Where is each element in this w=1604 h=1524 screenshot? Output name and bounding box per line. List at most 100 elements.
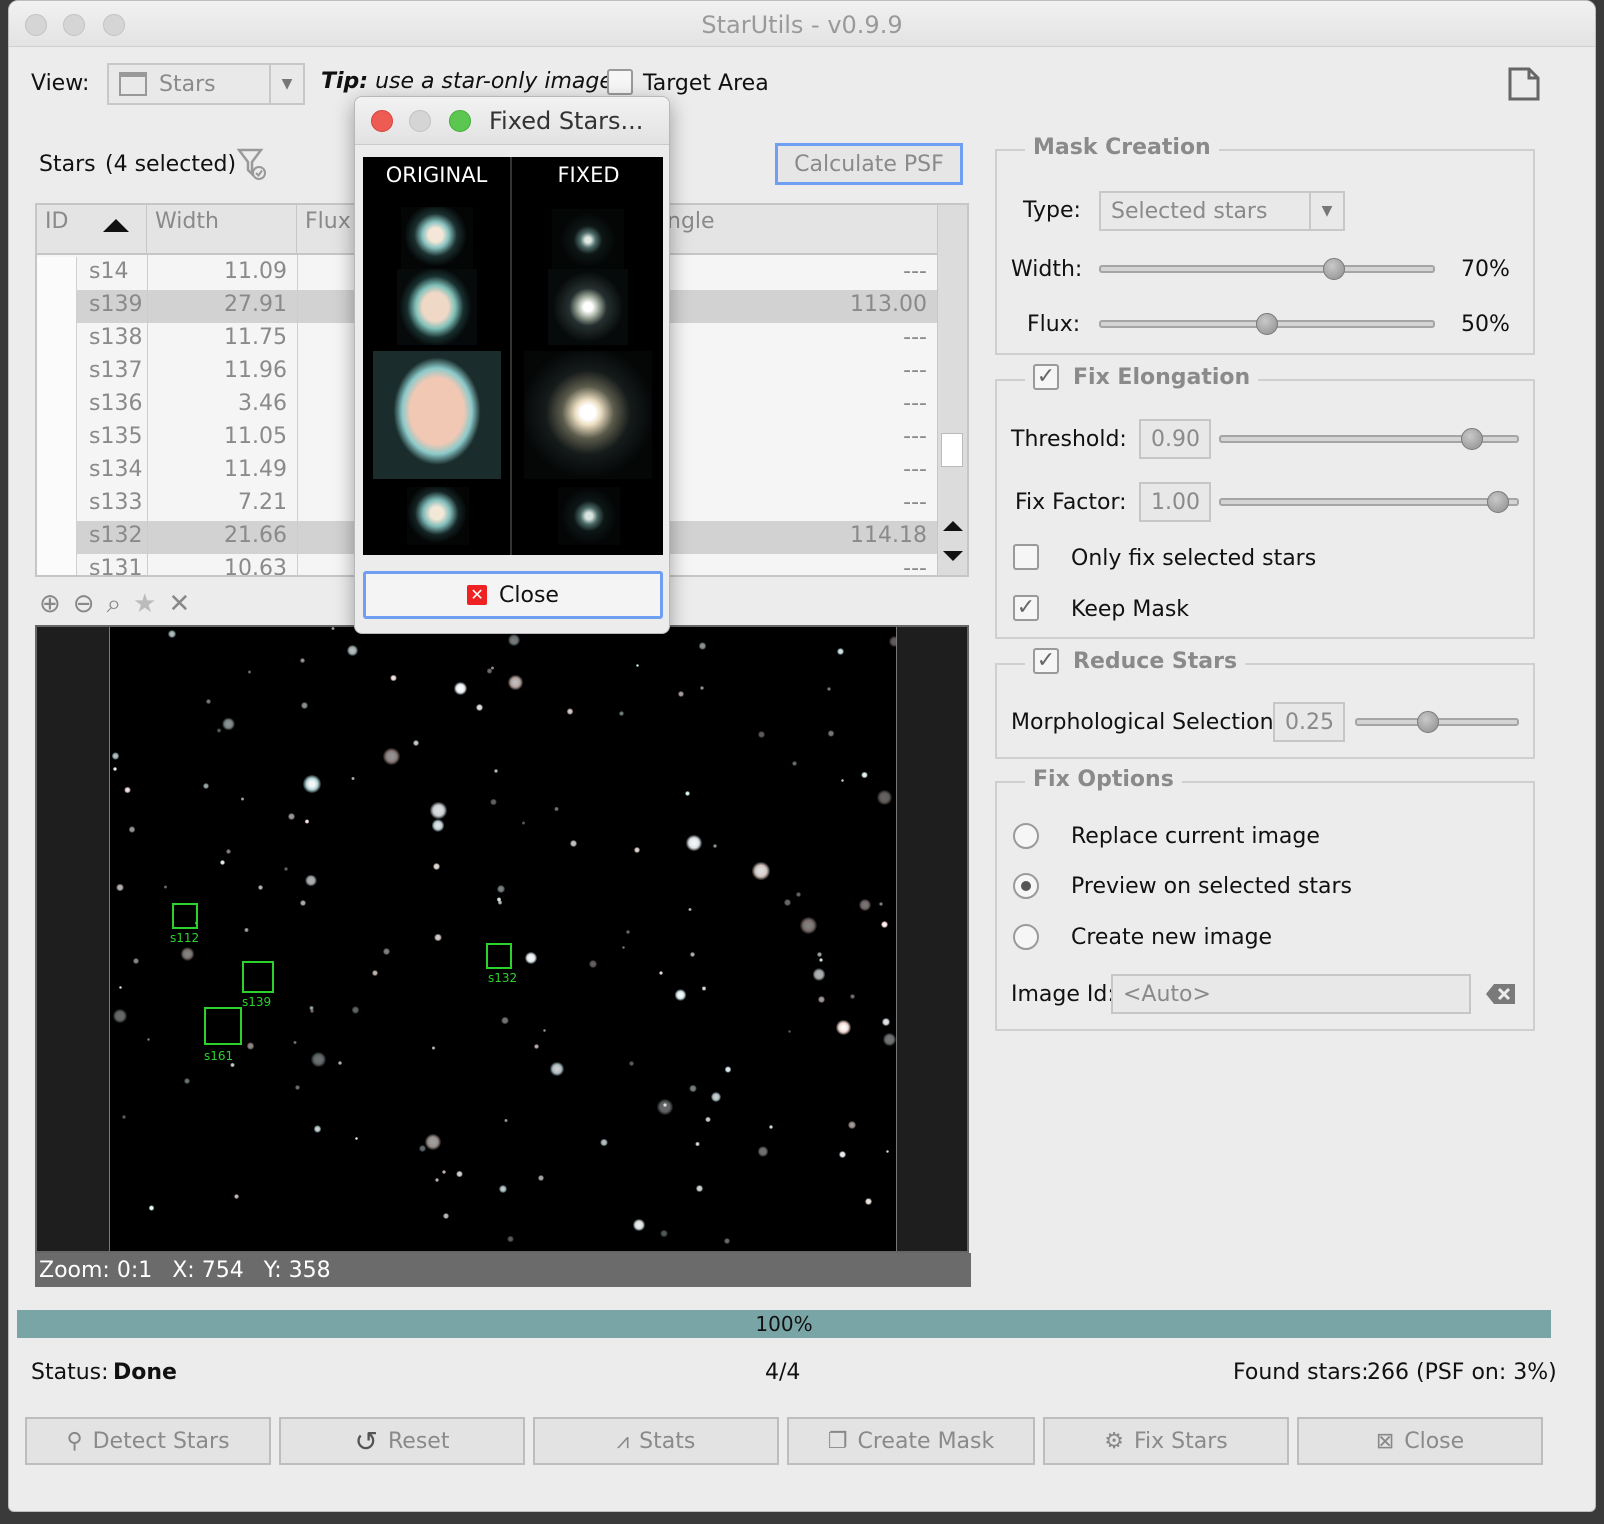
row-angle: ---	[903, 424, 927, 449]
column-flux[interactable]: Flux	[297, 205, 357, 255]
stars-selected-count: (4 selected)	[105, 152, 237, 177]
clear-icon[interactable]: ✕	[168, 589, 190, 620]
fixed-star-thumbnail	[552, 209, 624, 271]
reduce-stars-legend: ✓ Reduce Stars	[1025, 648, 1246, 674]
row-width: 27.91	[224, 292, 287, 317]
fix-elongation-checkbox[interactable]: ✓	[1033, 364, 1059, 390]
fixed-star-thumbnail	[558, 487, 620, 545]
sort-ascending-icon	[103, 219, 129, 232]
mask-creation-title: Mask Creation	[1025, 135, 1219, 160]
slider-handle[interactable]	[1417, 711, 1439, 733]
row-id: s138	[89, 325, 143, 350]
keep-mask-checkbox[interactable]: ✓	[1013, 595, 1039, 621]
star-point	[293, 1040, 297, 1045]
preview-selected-radio[interactable]	[1013, 873, 1039, 899]
comparison-panel: ORIGINAL FIXED	[363, 157, 663, 555]
mask-width-slider[interactable]	[1099, 265, 1435, 273]
star-point	[836, 647, 845, 656]
threshold-field[interactable]: 0.90	[1139, 419, 1211, 459]
star-point	[112, 1008, 127, 1023]
row-width: 11.96	[224, 358, 287, 383]
slider-handle[interactable]	[1487, 491, 1509, 513]
view-select-value: Stars	[159, 71, 216, 97]
row-id: s134	[89, 457, 143, 482]
original-heading: ORIGINAL	[385, 163, 488, 187]
star-point	[882, 1032, 896, 1046]
detect-stars-label: Detect Stars	[92, 1428, 230, 1454]
star-point	[549, 1061, 564, 1076]
star-point	[383, 747, 401, 765]
row-angle: ---	[903, 259, 927, 284]
fix-stars-label: Fix Stars	[1133, 1428, 1228, 1454]
filter-icon[interactable]	[237, 147, 267, 181]
progress-bar: 100%	[17, 1310, 1551, 1338]
star-point	[619, 710, 625, 716]
star-selection-box[interactable]	[172, 903, 198, 929]
close-icon: ✕	[467, 585, 488, 605]
star-point	[688, 908, 692, 912]
star-point	[537, 1174, 544, 1181]
zoom-fit-icon[interactable]: ⌕	[107, 589, 122, 620]
mask-type-value: Selected stars	[1111, 198, 1268, 224]
dialog-zoom-light[interactable]	[449, 110, 471, 132]
star-point	[725, 1066, 732, 1073]
image-viewer[interactable]: s112 s139 s161 s132	[35, 625, 969, 1253]
row-marker	[37, 257, 77, 290]
target-area-checkbox[interactable]	[607, 69, 633, 95]
star-point	[503, 1118, 508, 1123]
fix-factor-slider[interactable]	[1219, 498, 1519, 506]
view-label: View:	[31, 71, 90, 96]
zoom-in-icon[interactable]: ⊕	[39, 589, 61, 620]
star-point	[454, 682, 467, 695]
image-id-input[interactable]: <Auto>	[1111, 974, 1471, 1014]
zoom-out-icon[interactable]: ⊖	[73, 589, 95, 620]
slider-handle[interactable]	[1256, 313, 1278, 335]
reduce-stars-checkbox[interactable]: ✓	[1033, 648, 1059, 674]
slider-handle[interactable]	[1461, 428, 1483, 450]
star-point	[818, 957, 824, 963]
original-star-thumbnail	[397, 269, 477, 345]
original-star-thumbnail	[407, 487, 469, 545]
document-icon[interactable]	[1507, 67, 1541, 101]
star-selection-box[interactable]	[242, 961, 274, 993]
dialog-close-light[interactable]	[371, 110, 393, 132]
row-width: 3.46	[238, 391, 287, 416]
reset-button[interactable]: ↺ Reset	[279, 1417, 525, 1465]
mask-width-label: Width:	[1011, 257, 1083, 282]
star-image[interactable]: s112 s139 s161 s132	[109, 627, 897, 1251]
close-button[interactable]: ⊠ Close	[1297, 1417, 1543, 1465]
create-new-image-radio[interactable]	[1013, 924, 1039, 950]
star-selection-box[interactable]	[486, 943, 512, 969]
window-title: StarUtils - v0.9.9	[701, 11, 903, 39]
mask-type-select[interactable]: Selected stars ▼	[1099, 191, 1345, 231]
clear-field-icon[interactable]	[1485, 983, 1517, 1005]
star-point	[686, 835, 703, 852]
stats-button[interactable]: ⩘ Stats	[533, 1417, 779, 1465]
dialog-minimize-light[interactable]	[409, 110, 431, 132]
row-angle: ---	[903, 457, 927, 482]
dialog-close-button[interactable]: ✕ Close	[363, 571, 663, 619]
star-selection-box[interactable]	[204, 1007, 242, 1045]
replace-image-radio[interactable]	[1013, 823, 1039, 849]
scrollbar-thumb[interactable]	[941, 433, 963, 467]
table-vertical-scrollbar[interactable]	[937, 205, 967, 575]
morphological-selection-field[interactable]: 0.25	[1273, 702, 1345, 742]
fix-factor-field[interactable]: 1.00	[1139, 482, 1211, 522]
star-point	[313, 1125, 321, 1133]
detect-stars-button[interactable]: ⚲ Detect Stars	[25, 1417, 271, 1465]
view-select[interactable]: Stars ▼	[107, 63, 305, 105]
fix-stars-button[interactable]: ⚙ Fix Stars	[1043, 1417, 1289, 1465]
column-angle[interactable]: ngle	[663, 205, 863, 255]
star-point	[220, 859, 226, 865]
star-check-icon[interactable]: ★	[133, 589, 156, 620]
calculate-psf-button[interactable]: Calculate PSF	[775, 143, 963, 185]
only-fix-selected-checkbox[interactable]	[1013, 544, 1039, 570]
star-point	[507, 634, 520, 646]
scroll-up-arrow-icon[interactable]	[943, 521, 963, 531]
scroll-down-arrow-icon[interactable]	[943, 551, 963, 561]
row-angle: ---	[903, 556, 927, 577]
create-mask-button[interactable]: ❐ Create Mask	[787, 1417, 1035, 1465]
column-width[interactable]: Width	[147, 205, 297, 255]
column-id[interactable]: ID	[37, 205, 147, 255]
row-angle: ---	[903, 391, 927, 416]
